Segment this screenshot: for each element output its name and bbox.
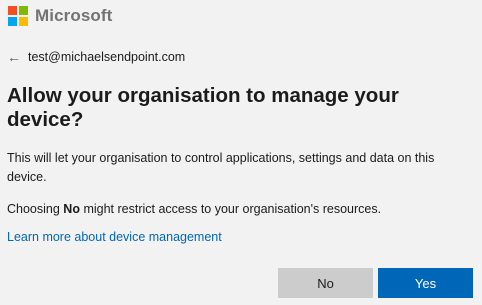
warning-bold-no: No	[63, 202, 80, 216]
no-button[interactable]: No	[278, 268, 373, 298]
description-text: This will let your organisation to contr…	[7, 151, 435, 184]
learn-more-link[interactable]: Learn more about device management	[7, 230, 222, 244]
brand-header: Microsoft	[8, 6, 112, 26]
brand-name: Microsoft	[35, 6, 113, 25]
yes-button[interactable]: Yes	[378, 268, 473, 298]
identity-banner: ← test@michaelsendpoint.com	[7, 50, 185, 64]
account-email: test@michaelsendpoint.com	[28, 50, 186, 64]
microsoft-logo-icon	[8, 6, 28, 26]
warning-prefix: Choosing	[7, 202, 64, 216]
logo-square-green	[19, 6, 28, 15]
page-title: Allow your organisation to manage your d…	[7, 84, 399, 131]
warning-text: Choosing No might restrict access to you…	[7, 200, 477, 219]
warning-suffix: might restrict access to your organisati…	[79, 202, 382, 216]
logo-square-red	[8, 6, 17, 15]
back-arrow-icon[interactable]: ←	[7, 50, 21, 64]
logo-square-blue	[8, 17, 17, 26]
logo-square-yellow	[19, 17, 28, 26]
